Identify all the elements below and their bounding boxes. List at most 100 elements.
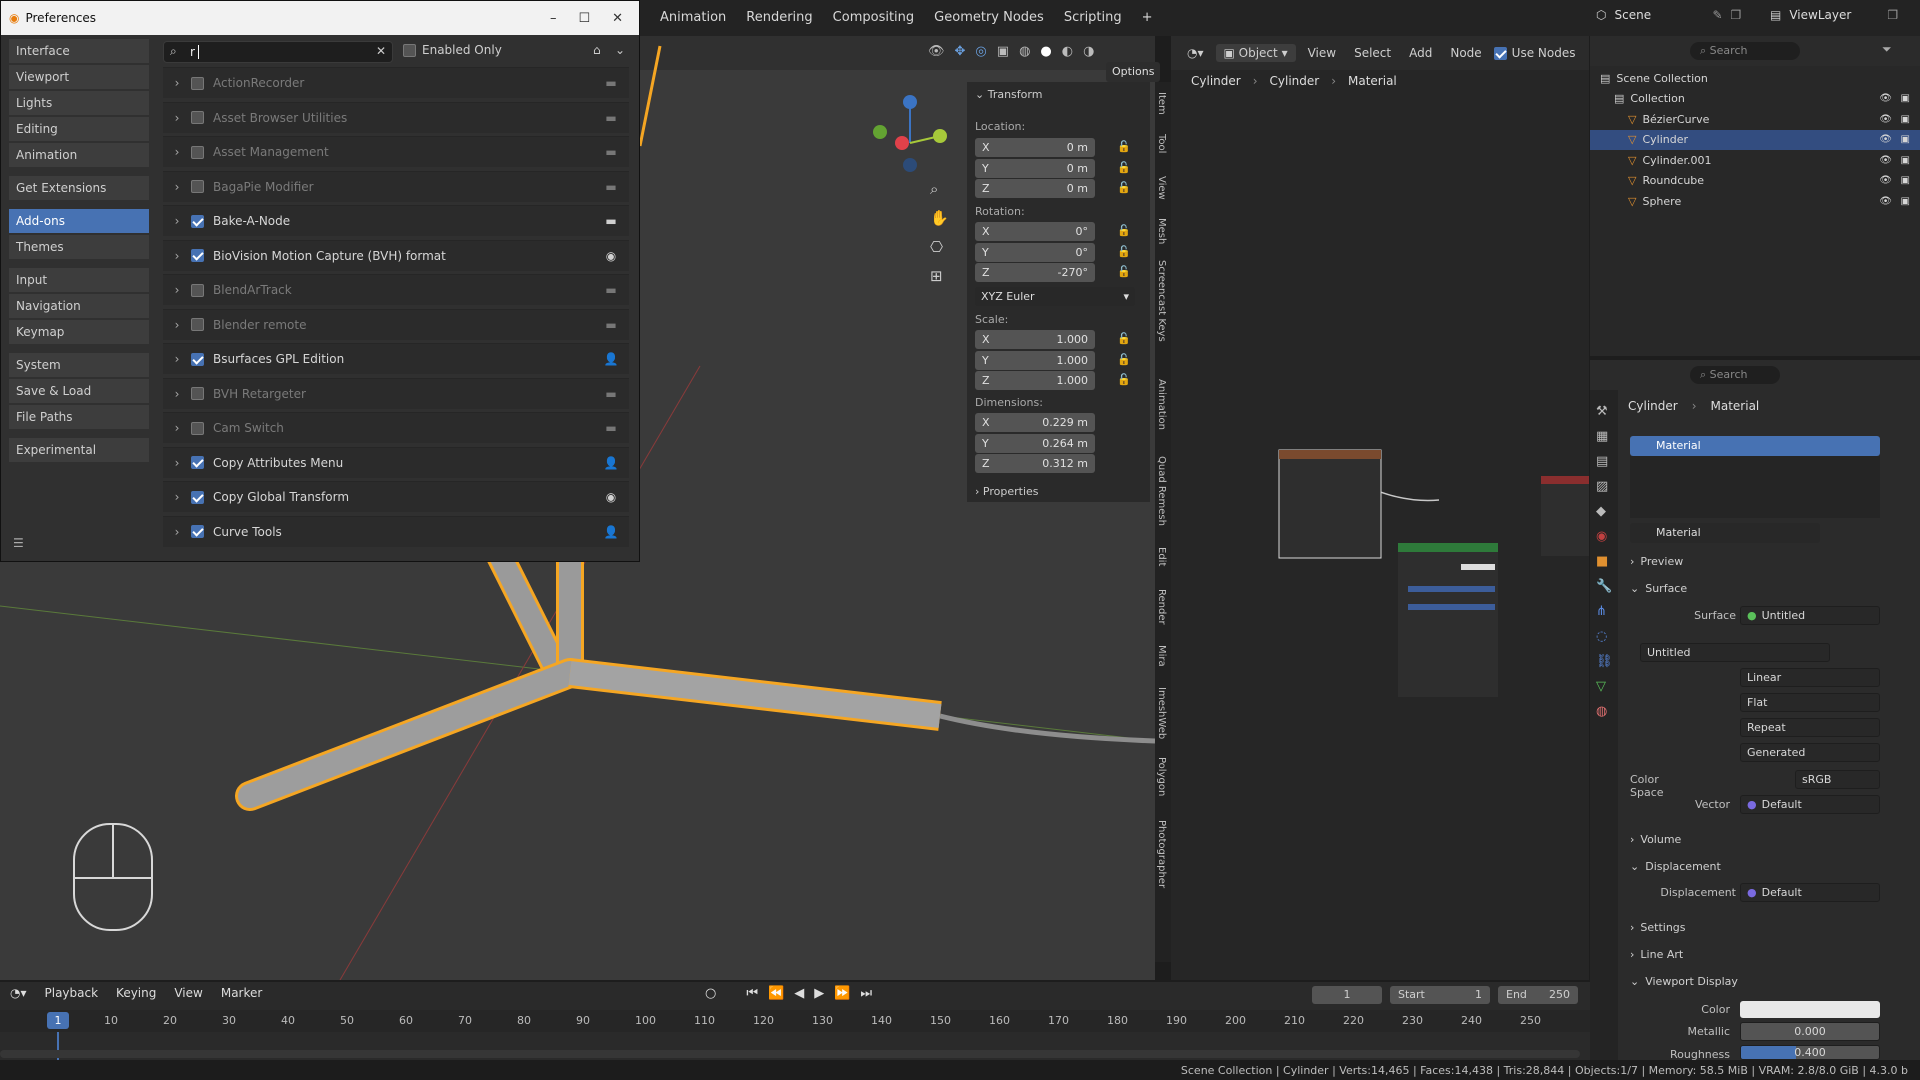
addon-enable-checkbox[interactable] (191, 387, 204, 400)
material-tab-icon[interactable]: ◍ (1596, 704, 1612, 719)
timeline-menu[interactable]: View (174, 986, 202, 1000)
workspace-tab[interactable]: + (1132, 0, 1163, 36)
addon-enable-checkbox[interactable] (191, 421, 204, 435)
addon-row[interactable]: › BioVision Motion Capture (BVH) format ◉ (163, 239, 629, 271)
sidebar-tab[interactable]: View (1156, 176, 1167, 200)
sidebar-item-editing[interactable]: Editing (9, 117, 149, 141)
camera-icon[interactable]: ▣ (1901, 196, 1910, 207)
outliner-search[interactable]: ⌕ Search (1690, 42, 1800, 60)
line-art-panel[interactable]: › Line Art (1590, 943, 1920, 965)
jump-start-icon[interactable]: ⏮ (746, 986, 758, 1001)
addon-row[interactable]: › Copy Attributes Menu 👤 (163, 446, 629, 478)
visibility-icon[interactable]: 👁 (1879, 93, 1892, 104)
addon-row[interactable]: › Bake-A-Node ▬ (163, 205, 629, 236)
rotation-mode-dropdown[interactable]: XYZ Euler ▾ (975, 287, 1135, 306)
visibility-icon[interactable]: 👁 (1879, 155, 1892, 166)
camera-icon[interactable]: ▣ (1901, 155, 1910, 166)
location-field-y[interactable]: Y 0 m (975, 158, 1095, 178)
expand-chevron-icon[interactable]: › (163, 352, 191, 366)
addon-enable-checkbox[interactable] (191, 111, 204, 124)
scene-selector[interactable]: ⬡ Scene ✎ ❐ (1596, 8, 1741, 22)
sidebar-tab[interactable]: Mira (1156, 645, 1167, 667)
addon-row[interactable]: › ActionRecorder ▬ (163, 67, 629, 98)
sidebar-item-get-extensions[interactable]: Get Extensions (9, 176, 149, 200)
addon-enable-checkbox[interactable] (191, 76, 204, 90)
sidebar-item-system[interactable]: System (9, 353, 149, 377)
expand-chevron-icon[interactable]: › (163, 249, 191, 263)
end-frame-field[interactable]: End 250 (1498, 986, 1578, 1004)
addon-row[interactable]: › BagaPie Modifier ▬ (163, 170, 629, 202)
sidebar-item-save-load[interactable]: Save & Load (9, 379, 149, 403)
interpolation-dropdown[interactable]: Linear (1740, 668, 1880, 687)
material-slot-list[interactable] (1630, 456, 1880, 518)
workspace-tab[interactable]: Rendering (736, 0, 822, 36)
addon-enable-checkbox[interactable] (191, 490, 204, 504)
surface-panel[interactable]: ⌄ Surface (1590, 577, 1920, 599)
lock-icon[interactable]: 🔓 (1117, 224, 1131, 237)
workspace-tab[interactable]: Scripting (1054, 0, 1132, 36)
camera-icon[interactable]: ▣ (1901, 93, 1910, 104)
lock-icon[interactable]: 🔓 (1117, 245, 1131, 258)
addon-row[interactable]: › Copy Global Transform ◉ (163, 481, 629, 512)
world-tab-icon[interactable]: ◉ (1596, 529, 1612, 544)
timeline-menu[interactable]: Keying (116, 986, 156, 1000)
addon-row[interactable]: › Asset Browser Utilities ▬ (163, 101, 629, 133)
image-datablock[interactable]: Untitled (1640, 643, 1830, 662)
addon-row[interactable]: › Blender remote ▬ (163, 308, 629, 340)
rotation-field-y[interactable]: Y 0° (975, 242, 1095, 262)
expand-chevron-icon[interactable]: › (163, 421, 191, 435)
addon-row[interactable]: › BlendArTrack ▬ (163, 274, 629, 305)
sidebar-tab[interactable]: Mesh (1156, 218, 1167, 244)
scene-tab-icon[interactable]: ◆ (1596, 504, 1612, 519)
sidebar-tab[interactable]: Photographer (1156, 820, 1167, 888)
addon-enable-checkbox[interactable] (191, 352, 204, 366)
tag-icon[interactable]: ⌂ (593, 43, 601, 57)
addon-row[interactable]: › Asset Management ▬ (163, 136, 629, 167)
workspace-tab[interactable]: Geometry Nodes (924, 0, 1054, 36)
sidebar-item-interface[interactable]: Interface (9, 39, 149, 63)
camera-icon[interactable]: ▣ (1901, 114, 1910, 125)
play-reverse-icon[interactable]: ◀ (794, 986, 804, 1001)
copy-icon[interactable]: ❐ (1887, 8, 1898, 22)
metallic-slider[interactable]: 0.000 (1740, 1022, 1880, 1041)
rotation-field-x[interactable]: X 0° (975, 222, 1095, 241)
scale-field-y[interactable]: Y 1.000 (975, 350, 1095, 370)
sidebar-tab[interactable]: Edit (1156, 547, 1167, 566)
workspace-tab[interactable]: Animation (650, 0, 736, 36)
visibility-icon[interactable]: 👁 (1879, 196, 1892, 207)
expand-chevron-icon[interactable]: › (163, 145, 191, 159)
lock-icon[interactable]: 🔓 (1117, 181, 1131, 194)
sidebar-item-navigation[interactable]: Navigation (9, 294, 149, 318)
sidebar-item-input[interactable]: Input (9, 268, 149, 292)
expand-chevron-icon[interactable]: › (163, 387, 191, 401)
addon-enable-checkbox[interactable] (191, 145, 204, 159)
sidebar-tab[interactable]: Screencast Keys (1156, 260, 1167, 342)
material-slot-item[interactable]: Material (1630, 436, 1880, 456)
addon-enable-checkbox[interactable] (191, 214, 204, 228)
particles-tab-icon[interactable]: ⋔ (1596, 604, 1612, 619)
next-key-icon[interactable]: ⏩ (834, 986, 850, 1001)
preview-panel[interactable]: › Preview (1590, 550, 1920, 572)
preferences-titlebar[interactable]: ◉ Preferences – ☐ ✕ (1, 1, 639, 35)
sidebar-item-add-ons[interactable]: Add-ons (9, 209, 149, 233)
render-tab-icon[interactable]: ▦ (1596, 429, 1612, 444)
dimensions-field-y[interactable]: Y 0.264 m (975, 433, 1095, 453)
addon-row[interactable]: › BVH Retargeter ▬ (163, 377, 629, 409)
enabled-only-toggle[interactable]: Enabled Only (403, 43, 502, 57)
lock-icon[interactable]: 🔓 (1117, 353, 1131, 366)
visibility-icon[interactable]: 👁 (1879, 134, 1892, 145)
timeline[interactable]: ◔▾ Playback Keying View Marker ○ ⏮ ⏪ ◀ ▶ ⏩ … (0, 982, 1590, 1060)
sidebar-tab[interactable]: ImeshWeb (1156, 687, 1167, 739)
transform-header[interactable]: ⌄ Transform (975, 88, 1042, 101)
addon-enable-checkbox[interactable] (191, 283, 204, 297)
filter-icon[interactable]: ⏷ (1882, 42, 1892, 57)
outliner-item[interactable]: ▽ Roundcube 👁 ▣ (1590, 171, 1920, 191)
visibility-icon[interactable]: 👁 (1879, 114, 1892, 125)
dimensions-field-x[interactable]: X 0.229 m (975, 413, 1095, 432)
source-dropdown[interactable]: Generated (1740, 743, 1880, 762)
minimize-icon[interactable]: – (550, 11, 557, 26)
expand-chevron-icon[interactable]: › (163, 283, 191, 297)
surface-shader-field[interactable]: ● Untitled (1740, 606, 1880, 625)
pin-icon[interactable]: ✎ (1712, 8, 1722, 22)
outliner-item[interactable]: ▤ Scene Collection (1590, 68, 1920, 88)
